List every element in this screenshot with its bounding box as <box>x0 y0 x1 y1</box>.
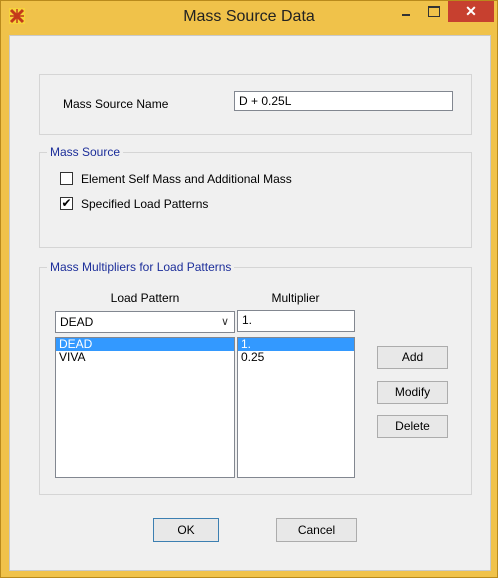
mass-source-name-label: Mass Source Name <box>63 97 169 111</box>
multipliers-group-title: Mass Multipliers for Load Patterns <box>47 260 235 274</box>
dialog-client: Mass Source Name D + 0.25L Mass Source E… <box>9 35 491 571</box>
multiplier-list[interactable]: 1. 0.25 <box>237 337 355 478</box>
list-item[interactable]: VIVA <box>56 351 234 364</box>
load-pattern-dropdown-value: DEAD <box>60 315 94 329</box>
multiplier-input[interactable]: 1. <box>237 310 355 332</box>
list-item[interactable]: 0.25 <box>238 351 354 364</box>
dialog-window: Mass Source Data ✕ Mass Source Name D + … <box>0 0 498 578</box>
load-pattern-dropdown[interactable]: DEAD ∨ <box>55 311 235 333</box>
close-icon[interactable]: ✕ <box>448 1 494 22</box>
ok-button[interactable]: OK <box>153 518 219 542</box>
cancel-button[interactable]: Cancel <box>276 518 357 542</box>
modify-button[interactable]: Modify <box>377 381 448 404</box>
chevron-down-icon[interactable]: ∨ <box>221 315 229 328</box>
element-self-mass-label: Element Self Mass and Additional Mass <box>81 172 292 186</box>
specified-load-patterns-checkbox[interactable]: ✔ <box>60 197 73 210</box>
load-pattern-header: Load Pattern <box>110 291 180 305</box>
specified-load-patterns-label: Specified Load Patterns <box>81 197 209 211</box>
mass-source-group-title: Mass Source <box>47 145 124 159</box>
element-self-mass-checkbox[interactable] <box>60 172 73 185</box>
multiplier-header: Multiplier <box>271 291 320 305</box>
delete-button[interactable]: Delete <box>377 415 448 438</box>
load-pattern-list[interactable]: DEAD VIVA <box>55 337 235 478</box>
title-bar[interactable]: Mass Source Data ✕ <box>1 1 497 35</box>
add-button[interactable]: Add <box>377 346 448 369</box>
mass-source-name-input[interactable]: D + 0.25L <box>234 91 453 111</box>
minimize-icon[interactable] <box>393 1 419 23</box>
maximize-icon[interactable] <box>421 1 447 23</box>
